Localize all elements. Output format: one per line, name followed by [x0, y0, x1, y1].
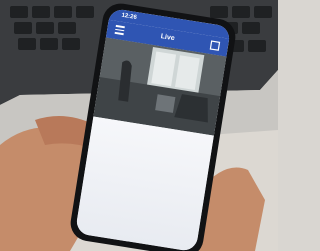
lower-panel	[74, 116, 214, 251]
back-icon[interactable]	[209, 40, 221, 51]
photo-scene: 12:26 Live	[0, 0, 278, 251]
